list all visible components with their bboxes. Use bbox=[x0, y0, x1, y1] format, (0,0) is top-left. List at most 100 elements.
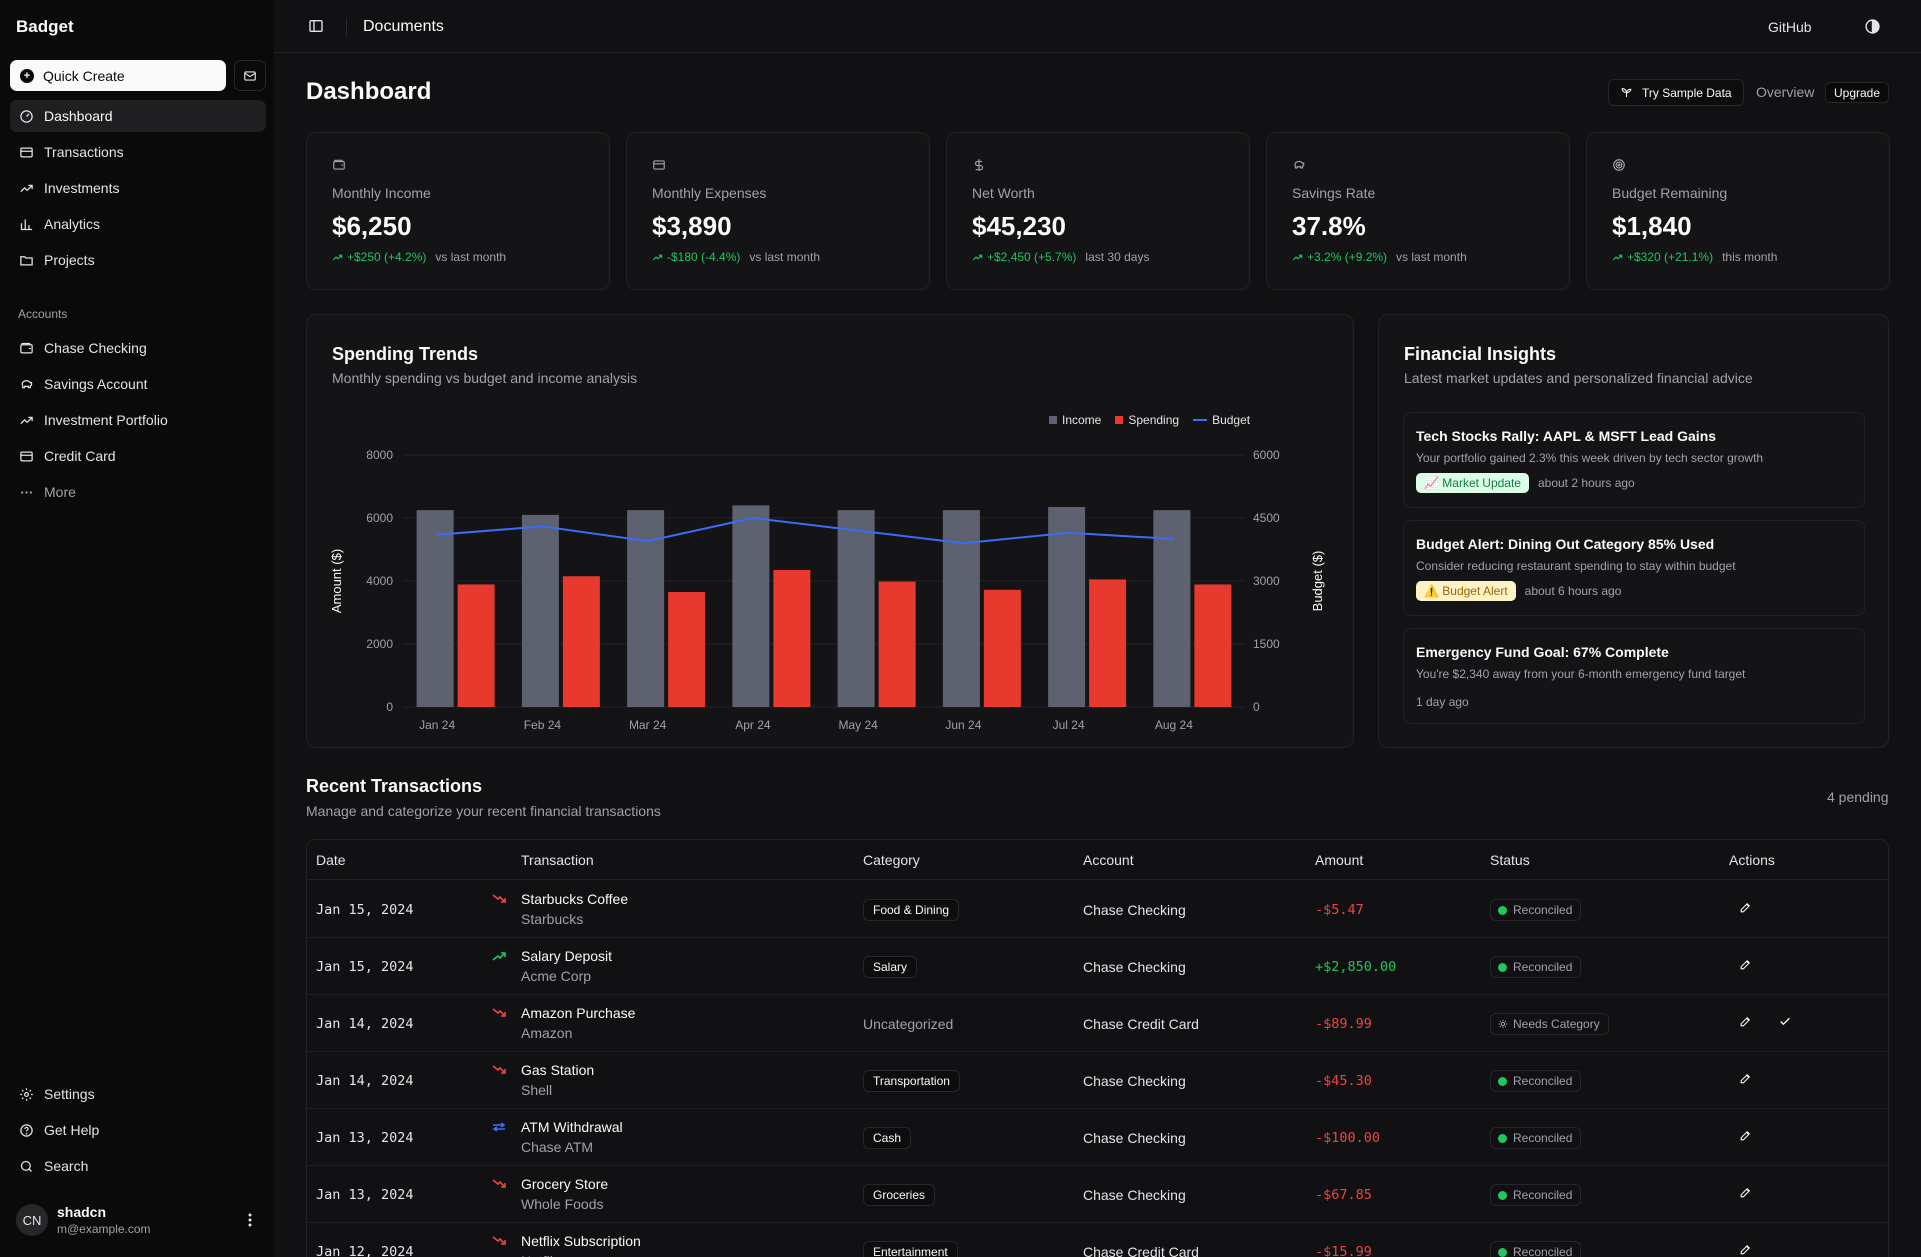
status-cell: Reconciled bbox=[1490, 956, 1582, 978]
approve-button[interactable] bbox=[1778, 1015, 1792, 1031]
sun-icon bbox=[1498, 1019, 1508, 1029]
insight-card[interactable]: Tech Stocks Rally: AAPL & MSFT Lead Gain… bbox=[1403, 412, 1865, 508]
bar-income bbox=[521, 514, 559, 707]
transaction-name: ATM Withdrawal bbox=[521, 1119, 623, 1135]
table-row[interactable]: Jan 15, 2024 Starbucks Coffee Starbucks Foo… bbox=[307, 881, 1888, 938]
status-label: Reconciled bbox=[1513, 960, 1573, 974]
user-email: m@example.com bbox=[57, 1222, 151, 1236]
sidebar-item-label: Transactions bbox=[44, 144, 124, 160]
arrow-up-right-icon bbox=[492, 952, 506, 961]
table-row[interactable]: Jan 13, 2024 ATM Withdrawal Chase ATM Cash C… bbox=[307, 1109, 1888, 1166]
recent-transactions-description: Manage and categorize your recent financ… bbox=[306, 803, 661, 819]
edit-button[interactable] bbox=[1739, 958, 1752, 974]
amount-cell: -$15.99 bbox=[1315, 1244, 1372, 1257]
financial-insights-description: Latest market updates and personalized f… bbox=[1404, 370, 1753, 386]
sidebar-item-chase-checking[interactable]: Chase Checking bbox=[10, 332, 266, 364]
quick-create-button[interactable]: + Quick Create bbox=[10, 60, 226, 91]
amount-cell: -$100.00 bbox=[1315, 1130, 1381, 1146]
stat-card-savings-rate: Savings Rate 37.8% +3.2% (+9.2%) vs last… bbox=[1266, 132, 1570, 290]
insight-meta: ⚠️ Budget Alert about 6 hours ago bbox=[1416, 581, 1621, 601]
sidebar-item-transactions[interactable]: Transactions bbox=[10, 136, 266, 168]
sidebar-toggle-button[interactable] bbox=[308, 18, 324, 37]
transaction-cell: Netflix Subscription Netflix bbox=[492, 1233, 641, 1257]
insight-card[interactable]: Budget Alert: Dining Out Category 85% Us… bbox=[1403, 520, 1865, 616]
sidebar-item-analytics[interactable]: Analytics bbox=[10, 208, 266, 240]
edit-button[interactable] bbox=[1739, 1072, 1752, 1088]
theme-toggle-button[interactable] bbox=[1864, 18, 1881, 38]
table-row[interactable]: Jan 13, 2024 Grocery Store Whole Foods Groc… bbox=[307, 1166, 1888, 1223]
check-circle-icon bbox=[1498, 905, 1507, 915]
category-badge[interactable]: Salary bbox=[863, 956, 918, 978]
column-header-amount[interactable]: Amount bbox=[1315, 852, 1363, 868]
sidebar-item-more[interactable]: More bbox=[10, 476, 266, 508]
insight-card[interactable]: Emergency Fund Goal: 67% Complete You're… bbox=[1403, 628, 1865, 724]
edit-button[interactable] bbox=[1739, 1015, 1752, 1031]
edit-button[interactable] bbox=[1739, 1243, 1752, 1257]
upgrade-button[interactable]: Upgrade bbox=[1825, 82, 1890, 103]
edit-button[interactable] bbox=[1739, 1129, 1752, 1145]
category-label[interactable]: Uncategorized bbox=[863, 1016, 953, 1032]
sidebar-item-get-help[interactable]: Get Help bbox=[10, 1114, 266, 1146]
actions-cell bbox=[1739, 1243, 1778, 1257]
target-icon bbox=[1613, 159, 1625, 171]
brand-name[interactable]: Badget bbox=[16, 17, 74, 37]
transaction-date: Jan 15, 2024 bbox=[316, 959, 414, 975]
category-cell: Groceries bbox=[863, 1184, 936, 1206]
column-header-transaction[interactable]: Transaction bbox=[521, 852, 594, 868]
category-badge[interactable]: Transportation bbox=[863, 1070, 960, 1092]
table-row[interactable]: Jan 12, 2024 Netflix Subscription Netflix E… bbox=[307, 1223, 1888, 1257]
user-menu-button[interactable] bbox=[243, 1212, 257, 1233]
account-cell: Chase Credit Card bbox=[1083, 1244, 1199, 1257]
category-badge[interactable]: Food & Dining bbox=[863, 899, 960, 921]
status-badge: Reconciled bbox=[1490, 899, 1582, 921]
stat-label: Net Worth bbox=[972, 185, 1035, 201]
edit-icon bbox=[1740, 1244, 1751, 1255]
sidebar-item-dashboard[interactable]: Dashboard bbox=[10, 100, 266, 132]
sidebar-item-investments[interactable]: Investments bbox=[10, 172, 266, 204]
table-row[interactable]: Jan 15, 2024 Salary Deposit Acme Corp Salar… bbox=[307, 938, 1888, 995]
table-row[interactable]: Jan 14, 2024 Gas Station Shell Transportati… bbox=[307, 1052, 1888, 1109]
column-header-account[interactable]: Account bbox=[1083, 852, 1134, 868]
sidebar-item-savings-account[interactable]: Savings Account bbox=[10, 368, 266, 400]
inbox-button[interactable] bbox=[234, 60, 266, 91]
bar-spending bbox=[773, 569, 811, 707]
category-badge[interactable]: Groceries bbox=[863, 1184, 936, 1206]
contrast-icon bbox=[1865, 19, 1880, 34]
sidebar-item-investment-portfolio[interactable]: Investment Portfolio bbox=[10, 404, 266, 436]
status-label: Reconciled bbox=[1513, 1188, 1573, 1202]
github-link[interactable]: GitHub bbox=[1768, 19, 1812, 35]
trending-up-icon bbox=[972, 254, 983, 260]
stat-card-budget-remaining: Budget Remaining $1,840 +$320 (+21.1%) t… bbox=[1586, 132, 1890, 290]
category-cell: Uncategorized bbox=[863, 1013, 953, 1035]
transaction-name: Amazon Purchase bbox=[521, 1005, 636, 1021]
table-header: Date Transaction Category Account Amount… bbox=[307, 840, 1888, 880]
column-header-status[interactable]: Status bbox=[1490, 852, 1530, 868]
edit-button[interactable] bbox=[1739, 901, 1752, 917]
spending-trends-chart: 8000 6000 6000 4500 4000 3000 2000 1500 0 0 Amount… bbox=[329, 448, 1325, 732]
transaction-date: Jan 14, 2024 bbox=[316, 1073, 414, 1089]
column-header-date[interactable]: Date bbox=[316, 852, 346, 868]
status-label: Reconciled bbox=[1513, 1245, 1573, 1257]
try-sample-data-button[interactable]: Try Sample Data bbox=[1608, 79, 1744, 106]
insight-description: You're $2,340 away from your 6-month eme… bbox=[1416, 667, 1746, 681]
pending-count: 4 pending bbox=[1827, 789, 1889, 805]
overview-link[interactable]: Overview bbox=[1756, 84, 1814, 100]
category-badge[interactable]: Entertainment bbox=[863, 1241, 958, 1257]
sidebar-item-settings[interactable]: Settings bbox=[10, 1078, 266, 1110]
sidebar-item-search[interactable]: Search bbox=[10, 1150, 266, 1182]
dashboard-heading: Dashboard bbox=[306, 78, 432, 105]
column-header-category[interactable]: Category bbox=[863, 852, 920, 868]
bar-income bbox=[732, 505, 770, 707]
trending-up-icon bbox=[332, 254, 343, 260]
transaction-cell: Amazon Purchase Amazon bbox=[492, 1005, 636, 1041]
account-cell: Chase Checking bbox=[1083, 1187, 1186, 1203]
sidebar-item-credit-card[interactable]: Credit Card bbox=[10, 440, 266, 472]
user-profile[interactable]: CN shadcn m@example.com bbox=[16, 1204, 151, 1236]
sidebar-item-projects[interactable]: Projects bbox=[10, 244, 266, 276]
edit-button[interactable] bbox=[1739, 1186, 1752, 1202]
category-badge[interactable]: Cash bbox=[863, 1127, 912, 1149]
table-row[interactable]: Jan 14, 2024 Amazon Purchase Amazon Uncateg… bbox=[307, 995, 1888, 1052]
stat-delta: +$320 (+21.1%) this month bbox=[1612, 250, 1777, 264]
insight-time: about 2 hours ago bbox=[1537, 476, 1635, 490]
card-icon bbox=[20, 147, 33, 157]
